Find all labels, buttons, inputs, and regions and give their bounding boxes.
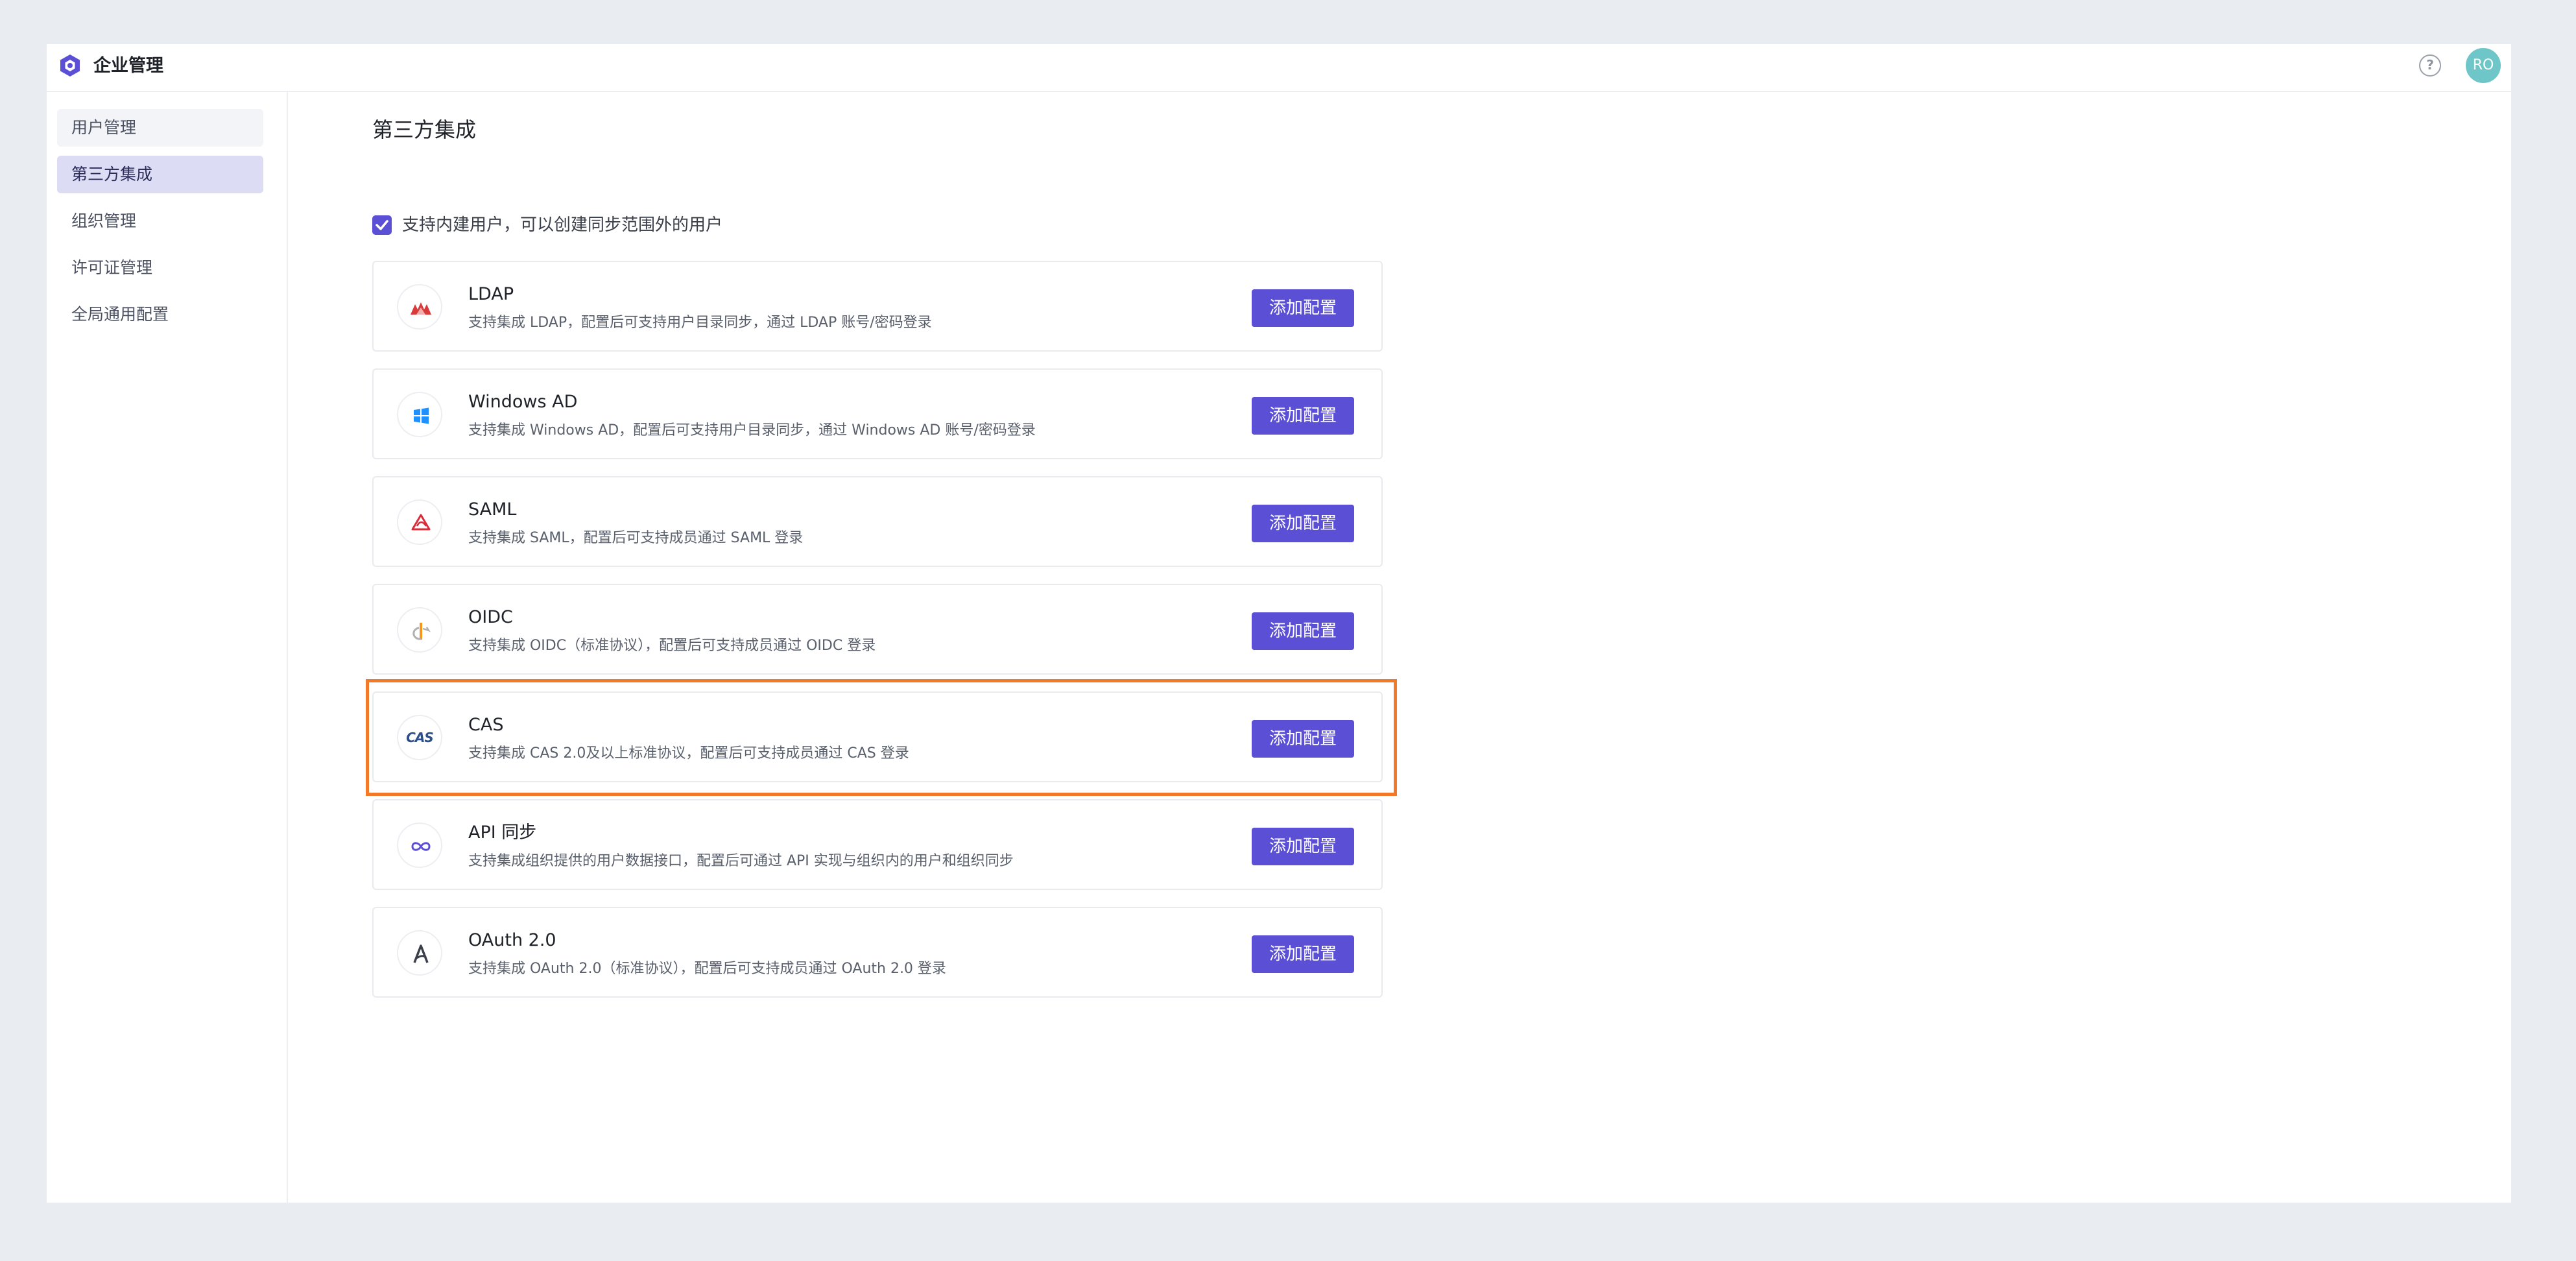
sidebar-item-global-settings[interactable]: 全局通用配置 xyxy=(57,296,263,333)
integration-title: OAuth 2.0 xyxy=(468,930,556,950)
integration-title: Windows AD xyxy=(468,392,578,412)
integration-card-api-sync: API 同步 支持集成组织提供的用户数据接口，配置后可通过 API 实现与组织内… xyxy=(372,799,1383,890)
integration-card-cas: CAS CAS 支持集成 CAS 2.0及以上标准协议，配置后可支持成员通过 C… xyxy=(372,691,1383,782)
avatar[interactable]: RO xyxy=(2466,48,2501,83)
add-config-button-ldap[interactable]: 添加配置 xyxy=(1252,289,1354,327)
integration-description: 支持集成组织提供的用户数据接口，配置后可通过 API 实现与组织内的用户和组织同… xyxy=(468,853,1014,869)
integration-card-saml: SAML 支持集成 SAML，配置后可支持成员通过 SAML 登录 添加配置 xyxy=(372,476,1383,567)
oauth-icon xyxy=(397,930,442,976)
page-title: 第三方集成 xyxy=(372,117,477,142)
integration-title: LDAP xyxy=(468,284,514,304)
app-title: 企业管理 xyxy=(93,56,163,76)
add-config-button-saml[interactable]: 添加配置 xyxy=(1252,505,1354,542)
add-config-button-windows-ad[interactable]: 添加配置 xyxy=(1252,397,1354,435)
builtin-users-checkbox[interactable] xyxy=(372,215,392,235)
integration-title: OIDC xyxy=(468,607,513,627)
integration-title: SAML xyxy=(468,499,517,520)
cas-logo-text: CAS xyxy=(406,730,434,745)
top-bar: 企业管理 ? RO xyxy=(47,44,2511,92)
integration-description: 支持集成 CAS 2.0及以上标准协议，配置后可支持成员通过 CAS 登录 xyxy=(468,745,909,762)
integration-description: 支持集成 Windows AD，配置后可支持用户目录同步，通过 Windows … xyxy=(468,422,1036,438)
checkbox-label: 支持内建用户，可以创建同步范围外的用户 xyxy=(402,215,723,235)
cas-icon: CAS xyxy=(397,715,442,760)
hexagon-logo-icon xyxy=(57,53,83,78)
integration-description: 支持集成 SAML，配置后可支持成员通过 SAML 登录 xyxy=(468,530,804,546)
add-config-button-oidc[interactable]: 添加配置 xyxy=(1252,612,1354,650)
ldap-icon xyxy=(397,284,442,330)
saml-icon xyxy=(397,499,442,545)
app-window: 企业管理 ? RO 用户管理 第三方集成 组织管理 许可证管理 全局通用配置 第… xyxy=(47,44,2511,1203)
main-content: 第三方集成 支持内建用户，可以创建同步范围外的用户 LDAP 支持集成 LDAP… xyxy=(288,92,2511,1203)
integration-description: 支持集成 LDAP，配置后可支持用户目录同步，通过 LDAP 账号/密码登录 xyxy=(468,315,932,331)
windows-icon xyxy=(397,392,442,437)
add-config-button-api-sync[interactable]: 添加配置 xyxy=(1252,828,1354,865)
integration-card-oidc: OIDC 支持集成 OIDC（标准协议），配置后可支持成员通过 OIDC 登录 … xyxy=(372,584,1383,675)
add-config-button-cas[interactable]: 添加配置 xyxy=(1252,720,1354,758)
integration-card-oauth: OAuth 2.0 支持集成 OAuth 2.0（标准协议），配置后可支持成员通… xyxy=(372,907,1383,998)
sidebar-item-third-party-integration[interactable]: 第三方集成 xyxy=(57,156,263,193)
integration-card-windows-ad: Windows AD 支持集成 Windows AD，配置后可支持用户目录同步，… xyxy=(372,368,1383,459)
sidebar: 用户管理 第三方集成 组织管理 许可证管理 全局通用配置 xyxy=(47,92,288,1203)
infinity-icon xyxy=(397,823,442,868)
add-config-button-oauth[interactable]: 添加配置 xyxy=(1252,935,1354,973)
integration-title: API 同步 xyxy=(468,823,537,843)
integration-title: CAS xyxy=(468,715,504,735)
question-circle-icon[interactable]: ? xyxy=(2419,54,2441,77)
integration-description: 支持集成 OIDC（标准协议），配置后可支持成员通过 OIDC 登录 xyxy=(468,638,876,654)
sidebar-item-license-management[interactable]: 许可证管理 xyxy=(57,249,263,287)
openid-icon xyxy=(397,607,442,653)
integration-card-ldap: LDAP 支持集成 LDAP，配置后可支持用户目录同步，通过 LDAP 账号/密… xyxy=(372,261,1383,352)
integration-description: 支持集成 OAuth 2.0（标准协议），配置后可支持成员通过 OAuth 2.… xyxy=(468,961,946,977)
check-icon xyxy=(376,220,388,230)
sidebar-item-user-management[interactable]: 用户管理 xyxy=(57,109,263,147)
sidebar-item-organization-management[interactable]: 组织管理 xyxy=(57,202,263,240)
